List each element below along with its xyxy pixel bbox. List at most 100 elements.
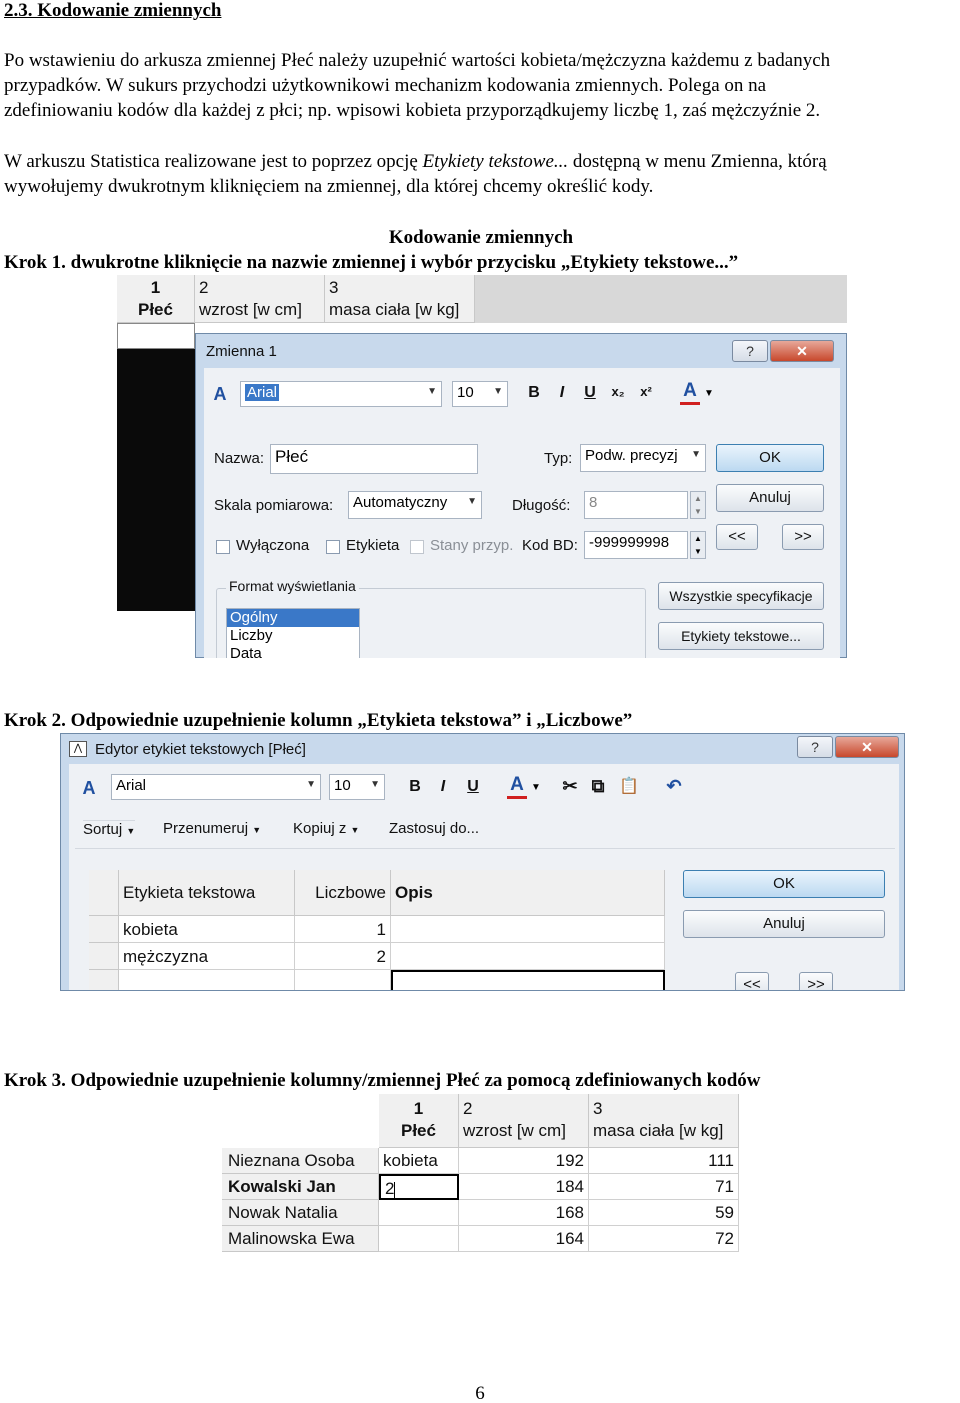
format-item[interactable]: Data xyxy=(227,645,359,658)
format-item[interactable]: Liczby xyxy=(227,627,359,645)
row-header-case[interactable]: Nowak Natalia xyxy=(222,1200,379,1226)
mass-cell[interactable]: 71 xyxy=(589,1174,739,1200)
length-field[interactable]: 8 xyxy=(584,491,688,519)
label-cell[interactable]: kobieta xyxy=(119,916,295,943)
font-name-select[interactable]: Arial xyxy=(111,774,321,800)
chevron-down-icon[interactable]: ▼ xyxy=(704,388,714,399)
font-size-select[interactable]: 10 xyxy=(452,381,508,407)
help-button[interactable]: ? xyxy=(732,340,768,362)
column-header-mass[interactable]: 3 masa ciała [w kg] xyxy=(325,275,475,323)
next-button[interactable]: >> xyxy=(799,972,833,990)
states-checkbox[interactable] xyxy=(410,540,424,554)
height-cell[interactable]: 192 xyxy=(459,1148,589,1174)
editor-body: A Arial 10 B I U A ▼ ✂ ⧉ 📋 ↶ Sortuj ▼ Pr… xyxy=(69,764,899,990)
row-header[interactable] xyxy=(89,943,119,970)
label-cell[interactable] xyxy=(119,970,295,990)
bold-icon[interactable]: B xyxy=(524,384,544,402)
value-cell[interactable]: 1 xyxy=(295,916,391,943)
md-code-spinner[interactable]: ▲ ▼ xyxy=(690,531,706,559)
chevron-down-icon[interactable]: ▼ xyxy=(531,782,541,793)
cut-icon[interactable]: ✂ xyxy=(559,776,581,797)
ok-button[interactable]: OK xyxy=(716,444,824,472)
font-color-icon[interactable]: A xyxy=(507,774,527,799)
font-name-value: Arial xyxy=(245,384,280,401)
states-label: Stany przyp. xyxy=(430,537,514,554)
header-numeric[interactable]: Liczbowe xyxy=(295,870,391,916)
label-checkbox[interactable] xyxy=(326,540,340,554)
next-button[interactable]: >> xyxy=(782,524,824,550)
close-button[interactable]: ✕ xyxy=(835,736,899,758)
prev-button[interactable]: << xyxy=(735,972,769,990)
figure-title: Kodowanie zmiennych xyxy=(388,227,574,248)
selected-cell[interactable] xyxy=(117,323,195,349)
italic-icon[interactable]: I xyxy=(552,384,572,402)
mass-cell[interactable]: 72 xyxy=(589,1226,739,1252)
value-cell[interactable] xyxy=(295,970,391,990)
name-field[interactable]: Płeć xyxy=(270,444,478,474)
italic-icon[interactable]: I xyxy=(433,778,453,796)
prev-button[interactable]: << xyxy=(716,524,758,550)
font-size-select[interactable]: 10 xyxy=(329,774,385,800)
bold-icon[interactable]: B xyxy=(405,778,425,796)
column-name: wzrost [w cm] xyxy=(463,1121,566,1140)
all-specs-button[interactable]: Wszystkie specyfikacje xyxy=(658,582,824,610)
ok-button[interactable]: OK xyxy=(683,870,885,898)
column-header-plec[interactable]: 1 Płeć xyxy=(117,275,195,323)
excluded-label: Wyłączona xyxy=(236,537,310,554)
help-button[interactable]: ? xyxy=(797,736,833,758)
row-header[interactable] xyxy=(89,916,119,943)
sex-cell[interactable] xyxy=(379,1226,459,1252)
column-name: masa ciała [w kg] xyxy=(329,300,460,319)
underline-icon[interactable]: U xyxy=(580,384,600,402)
format-group-label: Format wyświetlania xyxy=(226,578,359,594)
format-item-selected[interactable]: Ogólny xyxy=(227,609,359,627)
mass-cell[interactable]: 59 xyxy=(589,1200,739,1226)
apply-to-menu[interactable]: Zastosuj do... xyxy=(389,820,479,837)
undo-icon[interactable]: ↶ xyxy=(663,776,685,797)
row-header-case[interactable]: Malinowska Ewa xyxy=(222,1226,379,1252)
column-header-height[interactable]: 2 wzrost [w cm] xyxy=(459,1094,589,1148)
height-cell[interactable]: 168 xyxy=(459,1200,589,1226)
value-cell[interactable]: 2 xyxy=(295,943,391,970)
scale-select[interactable]: Automatyczny xyxy=(348,491,482,519)
height-cell[interactable]: 164 xyxy=(459,1226,589,1252)
sex-cell[interactable] xyxy=(379,1200,459,1226)
excluded-checkbox[interactable] xyxy=(216,540,230,554)
copy-from-menu[interactable]: Kopiuj z ▼ xyxy=(293,820,359,837)
sort-menu[interactable]: Sortuj ▼ xyxy=(83,820,136,838)
md-code-label: Kod BD: xyxy=(522,537,578,554)
subscript-icon[interactable]: x₂ xyxy=(606,384,630,399)
sex-cell[interactable]: kobieta xyxy=(379,1148,459,1174)
cancel-button[interactable]: Anuluj xyxy=(716,484,824,512)
copy-icon[interactable]: ⧉ xyxy=(587,776,609,797)
grid-area xyxy=(117,611,195,658)
superscript-icon[interactable]: x² xyxy=(634,384,658,399)
row-header-case[interactable]: Nieznana Osoba xyxy=(222,1148,379,1174)
header-text-label[interactable]: Etykieta tekstowa xyxy=(119,870,295,916)
md-code-field[interactable]: -999999998 xyxy=(584,531,688,559)
length-spinner[interactable]: ▲ ▼ xyxy=(690,491,706,519)
label-cell[interactable]: mężczyzna xyxy=(119,943,295,970)
sex-cell-active[interactable]: 2 xyxy=(379,1174,459,1200)
height-cell[interactable]: 184 xyxy=(459,1174,589,1200)
row-header[interactable] xyxy=(89,970,119,990)
description-cell[interactable] xyxy=(391,916,665,943)
type-select[interactable]: Podw. precyzj xyxy=(580,444,706,472)
close-button[interactable]: ✕ xyxy=(770,340,834,362)
active-cell[interactable] xyxy=(391,970,665,990)
row-header-case[interactable]: Kowalski Jan xyxy=(222,1174,379,1200)
format-list[interactable]: Ogólny Liczby Data xyxy=(226,608,360,658)
column-header-height[interactable]: 2 wzrost [w cm] xyxy=(195,275,325,323)
paste-icon[interactable]: 📋 xyxy=(617,776,641,796)
description-cell[interactable] xyxy=(391,943,665,970)
column-header-mass[interactable]: 3 masa ciała [w kg] xyxy=(589,1094,739,1148)
renumber-menu[interactable]: Przenumeruj ▼ xyxy=(163,820,261,837)
font-color-icon[interactable]: A xyxy=(680,380,700,405)
text-labels-button[interactable]: Etykiety tekstowe... xyxy=(658,622,824,650)
column-header-plec[interactable]: 1 Płeć xyxy=(379,1094,459,1148)
font-name-select[interactable]: Arial xyxy=(240,381,442,407)
cancel-button[interactable]: Anuluj xyxy=(683,910,885,938)
mass-cell[interactable]: 111 xyxy=(589,1148,739,1174)
underline-icon[interactable]: U xyxy=(463,778,483,796)
header-description[interactable]: Opis xyxy=(391,870,665,916)
